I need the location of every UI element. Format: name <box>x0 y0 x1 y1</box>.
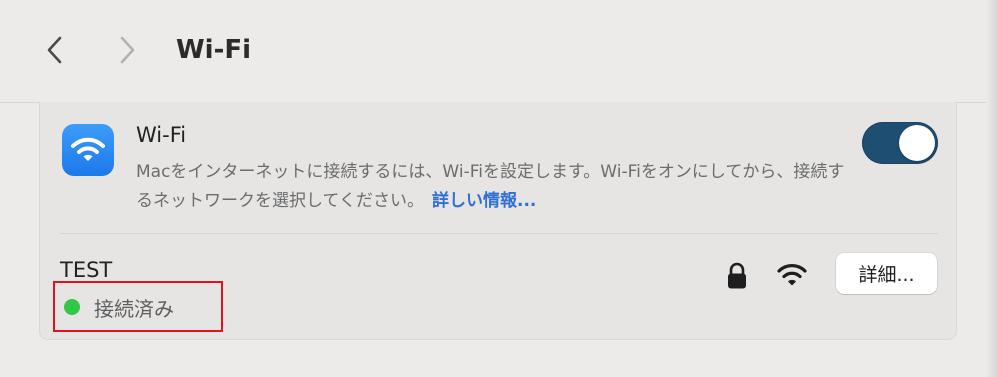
section-divider <box>60 233 938 234</box>
lock-icon <box>728 262 746 289</box>
back-button[interactable] <box>39 34 71 66</box>
wifi-toggle[interactable] <box>862 122 938 164</box>
network-name: TEST <box>60 258 113 282</box>
wifi-settings-card: Wi-Fi Macをインターネットに接続するには、Wi-Fiを設定します。Wi-… <box>39 102 957 340</box>
status-text: 接続済み <box>94 296 174 321</box>
status-dot-icon <box>64 299 80 315</box>
details-button[interactable]: 詳細... <box>836 253 937 294</box>
more-info-link[interactable]: 詳しい情報... <box>432 191 536 211</box>
forward-button[interactable] <box>111 34 143 66</box>
wifi-section-title: Wi-Fi <box>136 123 187 147</box>
window-edge <box>986 0 998 377</box>
chevron-right-icon <box>120 36 135 64</box>
toolbar: Wi-Fi <box>0 0 986 103</box>
wifi-signal-icon <box>777 264 807 286</box>
wifi-description: Macをインターネットに接続するには、Wi-Fiを設定します。Wi-Fiをオンに… <box>136 158 846 216</box>
page-title: Wi-Fi <box>176 35 252 65</box>
settings-window: Wi-Fi Wi-Fi Macをインターネットに接続するには、Wi-Fiを設定し… <box>0 0 998 377</box>
connection-status: 接続済み <box>60 292 174 322</box>
chevron-left-icon <box>47 36 62 64</box>
wifi-icon <box>62 124 114 176</box>
toggle-knob <box>899 125 935 161</box>
